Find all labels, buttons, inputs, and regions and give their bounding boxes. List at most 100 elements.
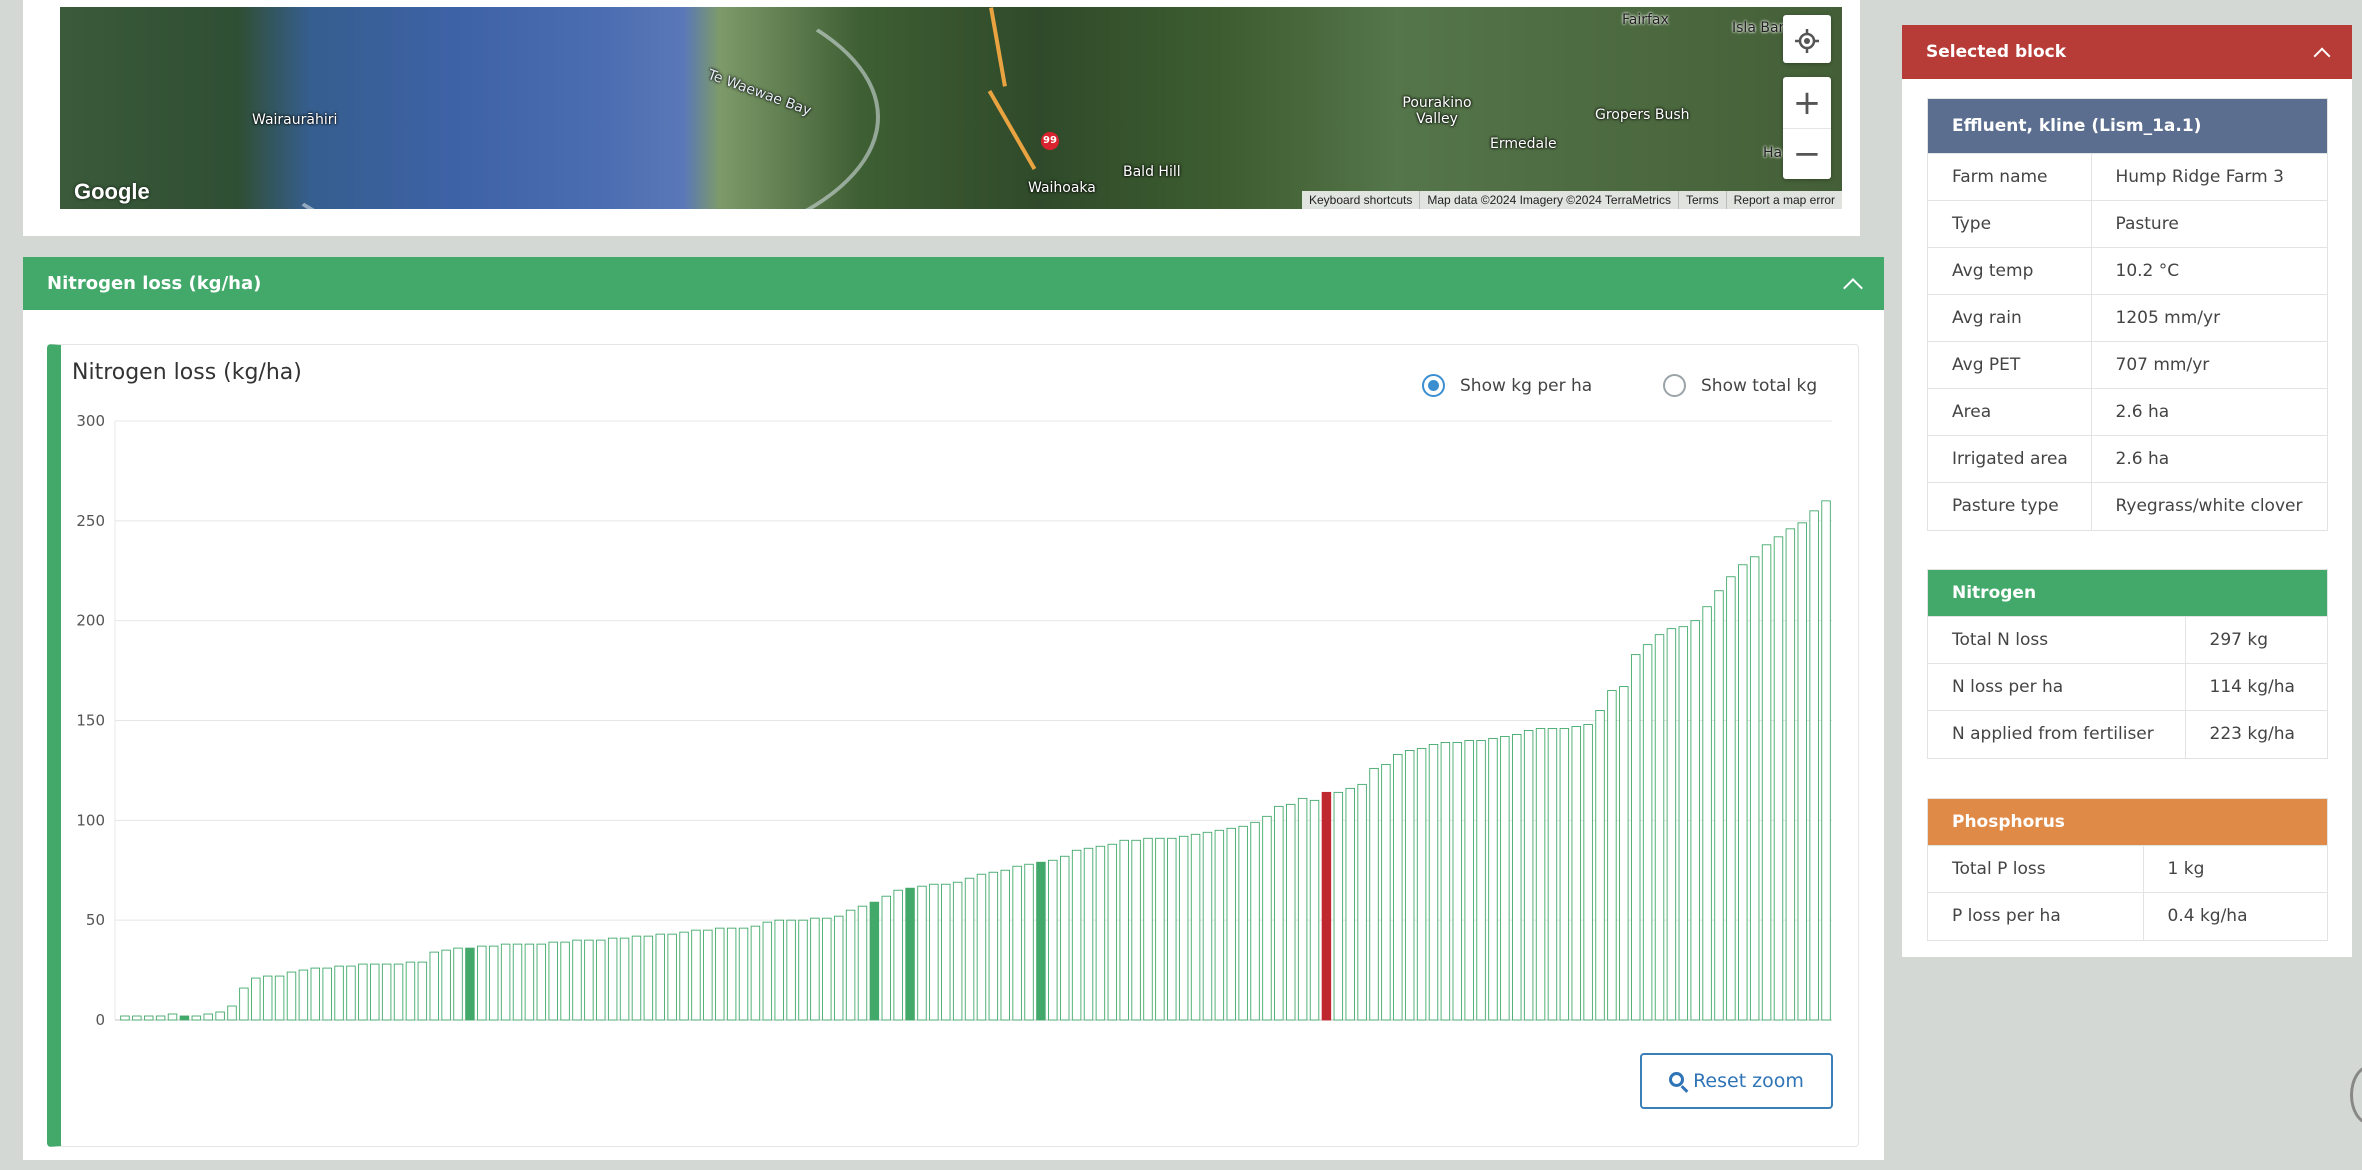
chart-bar [786,919,796,1021]
highway-shield: 99 [1041,132,1059,150]
chevron-up-icon[interactable] [2313,47,2331,65]
chart-bar [500,943,511,1021]
chart-bar [584,939,594,1021]
report-map-error-link[interactable]: Report a map error [1725,191,1842,209]
table-row: Avg PET 707 mm/yr [1928,341,2327,389]
row-value: 1205 mm/yr [2090,294,2327,342]
phosphorus-table: Total P loss 1 kg P loss per ha 0.4 kg/ha [1928,845,2327,940]
chart-bar [857,905,868,1021]
chart-bar [1071,849,1082,1021]
chart-bar [1262,815,1272,1021]
chart-bar [1226,827,1236,1021]
locate-icon [1783,15,1831,66]
row-value: Pasture [2090,200,2327,248]
chevron-up-icon[interactable] [1843,277,1863,298]
zoom-out-button[interactable]: − [1783,128,1831,179]
chart-bar [941,883,951,1021]
chart-bar [929,883,939,1021]
radio-show-kg-per-ha[interactable]: Show kg per ha [1422,374,1592,397]
chart-bar [1440,742,1451,1021]
table-row: P loss per ha 0.4 kg/ha [1928,892,2327,940]
row-label: N applied from fertiliser [1928,710,2185,758]
chart-bar [1821,500,1831,1021]
radio-unchecked-icon[interactable] [1663,374,1686,397]
chart-bar [477,945,487,1021]
chart-bar [917,885,927,1021]
chart-bar [1595,710,1605,1021]
chart-bar [465,947,475,1021]
chart-bar [750,925,761,1021]
chart-bar [298,969,309,1021]
reset-zoom-button[interactable]: Reset zoom [1640,1053,1833,1109]
chart-bar [1547,728,1558,1021]
chart-bar [1404,750,1415,1021]
chart-bar [1512,734,1522,1021]
chart-bar [1809,510,1819,1021]
chart-bar [715,927,725,1021]
chart-bar [1119,839,1129,1021]
nitrogen-box: Nitrogen Total N loss 297 kg N loss per ha… [1927,569,2328,759]
row-label: Total N loss [1928,616,2185,664]
chart-bar [1619,686,1629,1021]
map-place-label: Wairaurāhiri [252,112,338,128]
locate-button[interactable] [1783,15,1831,63]
chart-bar [1048,859,1058,1021]
table-row: N applied from fertiliser 223 kg/ha [1928,710,2327,758]
scroll-handle[interactable] [2350,1065,2362,1125]
satellite-map[interactable]: Wairaurāhiri Te Waewae Bay Waihoaka Bald… [60,7,1842,209]
zoom-in-button[interactable]: + [1783,77,1831,128]
row-value: 2.6 ha [2090,388,2327,436]
radio-checked-icon[interactable] [1422,374,1445,397]
row-value: 1 kg [2142,845,2327,893]
chart-bar [1369,767,1379,1021]
nitrogen-section-header[interactable]: Nitrogen loss (kg/ha) [23,257,1884,310]
nitrogen-section-title: Nitrogen loss (kg/ha) [47,273,262,294]
radio-show-total-kg[interactable]: Show total kg [1663,374,1817,397]
chart-bar [358,963,368,1021]
chart-bar [1738,564,1748,1021]
chart-bar [1690,620,1700,1021]
chart-bar [1452,742,1463,1021]
block-title: Effluent, kline (Lism_1a.1) [1928,99,2327,153]
nitrogen-loss-bar-chart[interactable]: 0 50 100 150 200 250 300 [60,405,1850,1025]
chart-bar [703,929,713,1021]
map-card: Wairaurāhiri Te Waewae Bay Waihoaka Bald… [23,0,1860,236]
chart-bar [1416,748,1427,1021]
chart-bar [1714,590,1724,1021]
row-label: Area [1928,388,2091,436]
chart-bar [691,929,701,1021]
chart-bar [286,971,297,1021]
map-place-label: Waihoaka [1028,180,1096,196]
chart-bar [572,939,582,1021]
chart-bar [560,941,570,1021]
magnifier-icon [1669,1072,1685,1087]
keyboard-shortcuts-link[interactable]: Keyboard shortcuts [1302,191,1419,209]
table-row: Pasture type Ryegrass/white clover [1928,482,2327,530]
table-row: Type Pasture [1928,200,2327,248]
radio-label: Show kg per ha [1460,375,1593,396]
chart-bar [905,887,915,1021]
chart-bar [334,965,344,1021]
phosphorus-box-title: Phosphorus [1928,799,2327,845]
chart-bar [381,963,392,1021]
row-value: 297 kg [2184,616,2327,664]
chart-bar [441,949,451,1021]
chart-bar [1523,730,1534,1021]
chart-bar [1309,799,1320,1021]
chart-bar [1583,724,1593,1021]
chart-bar [679,931,689,1021]
table-row: Avg temp 10.2 °C [1928,247,2327,295]
chart-bar [596,939,606,1021]
chart-bar [822,917,832,1021]
chart-bar [1785,528,1796,1021]
chart-bar [1607,690,1617,1021]
chart-bar [869,901,880,1021]
chart-bar [417,961,428,1021]
chart-bar [976,873,987,1021]
chart-bar [1345,787,1355,1021]
selected-block-header[interactable]: Selected block [1902,25,2352,79]
terms-link[interactable]: Terms [1677,191,1726,209]
row-value: 223 kg/ha [2184,710,2327,758]
chart-title: Nitrogen loss (kg/ha) [72,360,302,385]
chart-bar [1000,869,1010,1021]
